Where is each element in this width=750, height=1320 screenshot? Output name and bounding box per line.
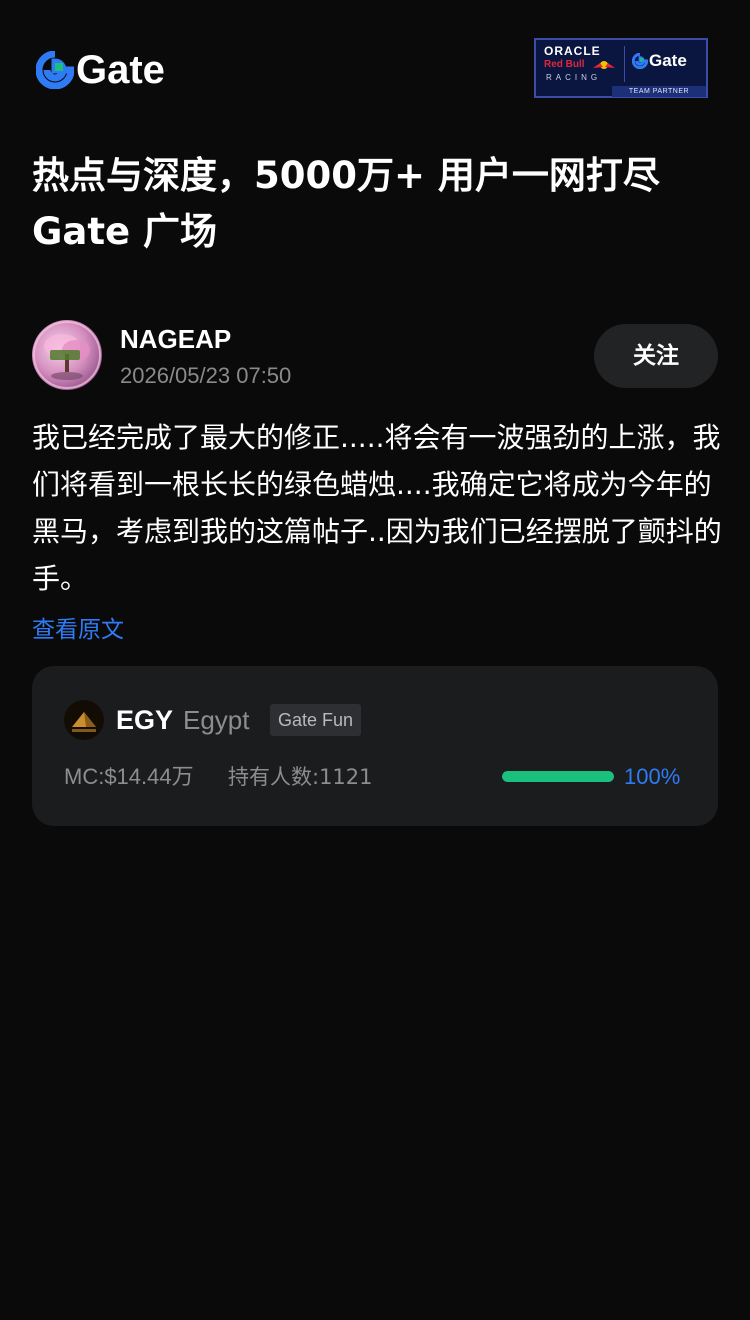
avatar-image	[33, 321, 101, 389]
post-author-row: NAGEAP 2026/05/23 07:50 关注	[32, 320, 718, 392]
token-symbol: EGY	[116, 705, 174, 735]
team-partner-badge: ORACLE Red Bull RACING Gate TEAM PARTNER	[534, 38, 708, 98]
badge-team-partner-text: TEAM PARTNER	[612, 86, 706, 97]
token-holders-count: 持有人数:1121	[228, 765, 373, 789]
gate-logo-icon	[632, 52, 648, 69]
egypt-pyramid-icon	[64, 700, 104, 740]
badge-gate-logo: Gate	[632, 52, 687, 69]
avatar[interactable]	[32, 320, 102, 390]
badge-divider	[624, 46, 625, 82]
bonding-progress-bar	[502, 771, 614, 782]
follow-button[interactable]: 关注	[594, 324, 718, 388]
author-name[interactable]: NAGEAP	[120, 324, 231, 354]
badge-oracle-text: ORACLE	[544, 44, 601, 58]
token-card[interactable]: EGY Egypt Gate Fun MC:$14.44万 持有人数:1121 …	[32, 666, 718, 826]
badge-racing-text: RACING	[546, 73, 602, 82]
page-headline: 热点与深度，5000万+ 用户一网打尽 Gate 广场	[32, 154, 660, 253]
post-timestamp: 2026/05/23 07:50	[120, 363, 292, 388]
token-platform-badge: Gate Fun	[270, 704, 362, 736]
badge-redbull-text: Red Bull	[544, 59, 585, 70]
red-bull-icon	[593, 61, 615, 69]
badge-gate-text: Gate	[649, 51, 687, 70]
post-body-text: 我已经完成了最大的修正.....将会有一波强劲的上涨，我们将看到一根长长的绿色蜡…	[32, 421, 722, 595]
gate-logo[interactable]: Gate	[36, 50, 165, 90]
bonding-progress-percent: 100%	[624, 764, 681, 789]
gate-logo-icon	[36, 51, 74, 89]
token-market-cap: MC:$14.44万	[64, 764, 194, 789]
logo-text: Gate	[76, 48, 165, 92]
bonding-progress-fill	[502, 771, 614, 782]
app-header: Gate ORACLE Red Bull RACING Gate TEAM PA…	[0, 0, 750, 140]
view-original-link[interactable]: 查看原文	[32, 613, 124, 647]
token-name: Egypt	[183, 705, 250, 735]
